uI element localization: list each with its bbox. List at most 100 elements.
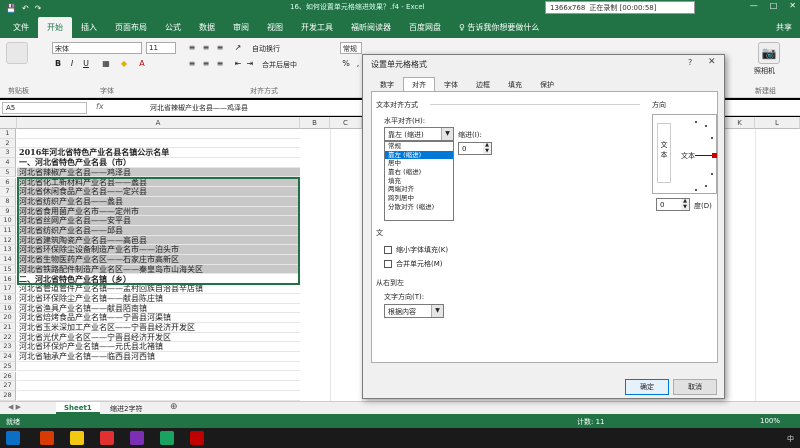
camera-button-label[interactable]: 照相机 — [754, 66, 775, 76]
cell-a[interactable]: 河北省建筑陶瓷产业名县——高邑县 — [17, 235, 300, 246]
cell-a[interactable] — [17, 391, 300, 401]
cell-a[interactable]: 河北省管道管件产业名镇——孟村回族自治县辛店镇 — [17, 284, 300, 294]
merge-cells-checkbox[interactable]: 合并单元格(M) — [384, 259, 443, 269]
cell-a[interactable]: 河北省焙烤食品产业名镇——宁晋县河渠镇 — [17, 313, 300, 323]
help-icon[interactable]: ? — [688, 58, 692, 67]
spin-arrows-icon[interactable]: ▲ ▼ — [483, 142, 491, 154]
cell-a[interactable]: 河北省环保除尘产业名镇——献县陈庄镇 — [17, 294, 300, 304]
cell-a[interactable] — [17, 381, 300, 391]
taskbar-app-icon[interactable] — [190, 431, 204, 445]
row-number[interactable]: 1 — [0, 129, 16, 139]
undo-icon[interactable]: ↶ — [22, 4, 29, 13]
formula-input[interactable]: 河北省辣椒产业名县——鸡泽县 — [150, 103, 248, 113]
tab-page-layout[interactable]: 页面布局 — [106, 17, 156, 38]
cell-a[interactable] — [17, 362, 300, 372]
cell-a[interactable]: 河北省辣椒产业名县——鸡泽县 — [17, 167, 300, 178]
maximize-button[interactable]: □ — [770, 1, 778, 10]
text-direction-select[interactable]: 根据内容 ▼ — [384, 304, 444, 318]
ime-indicator[interactable]: 中 — [787, 434, 794, 444]
cell-a[interactable]: 河北省生物医药产业名区——石家庄市高新区 — [17, 255, 300, 265]
checkbox-box[interactable] — [384, 260, 392, 268]
row-number[interactable]: 11 — [0, 226, 16, 236]
start-icon[interactable] — [6, 431, 20, 445]
align-top-icon[interactable]: ≡ — [186, 42, 198, 54]
row-number[interactable]: 23 — [0, 342, 16, 353]
cell-a[interactable]: 河北省渔具产业名镇——献县陌南镇 — [17, 304, 300, 314]
tab-developer[interactable]: 开发工具 — [292, 17, 342, 38]
font-color-icon[interactable]: A — [136, 58, 148, 70]
row-number[interactable]: 7 — [0, 187, 16, 197]
row-number[interactable]: 6 — [0, 177, 16, 188]
indent-spinner[interactable]: 0 ▲ ▼ — [458, 142, 492, 155]
tab-protection[interactable]: 保护 — [531, 77, 563, 91]
bold-button[interactable]: B — [52, 58, 64, 70]
cell-a[interactable]: 二、河北省特色产业名镇（乡） — [17, 275, 300, 285]
spin-arrows-icon[interactable]: ▲ ▼ — [681, 198, 689, 210]
decrease-indent-icon[interactable]: ⇤ — [232, 58, 244, 70]
tab-insert[interactable]: 插入 — [72, 17, 106, 38]
chevron-down-icon[interactable]: ▼ — [441, 128, 453, 140]
align-left-icon[interactable]: ≡ — [186, 58, 198, 70]
tab-view[interactable]: 视图 — [258, 17, 292, 38]
cell-a[interactable] — [17, 139, 300, 149]
cell-a[interactable]: 河北省环保炉产业名镇——元氏县北褚镇 — [17, 342, 300, 353]
cell-a[interactable]: 2016年河北省特色产业名县名镇公示名单 — [17, 148, 300, 159]
dropdown-option-center-across[interactable]: 跨列居中 — [385, 194, 453, 203]
row-number[interactable]: 12 — [0, 235, 16, 246]
tab-file[interactable]: 文件 — [4, 17, 38, 38]
cell-a[interactable]: 河北省环保除尘设备制造产业名市——泊头市 — [17, 245, 300, 256]
column-header-k[interactable]: K — [725, 117, 755, 129]
shrink-to-fit-checkbox[interactable]: 缩小字体填充(K) — [384, 245, 448, 255]
percent-button[interactable]: % — [340, 58, 352, 70]
row-number[interactable]: 14 — [0, 255, 16, 265]
row-number[interactable]: 25 — [0, 361, 16, 372]
dropdown-option-general[interactable]: 常规 — [385, 142, 453, 151]
sheet-tab-sheet1[interactable]: Sheet1 — [56, 402, 100, 414]
row-number[interactable]: 4 — [0, 158, 16, 168]
row-number[interactable]: 15 — [0, 264, 16, 275]
taskbar-excel-icon[interactable] — [160, 431, 174, 445]
underline-button[interactable]: U — [80, 58, 92, 70]
taskbar-app-icon[interactable] — [40, 431, 54, 445]
row-number[interactable]: 8 — [0, 196, 16, 207]
row-number[interactable]: 19 — [0, 303, 16, 314]
increase-indent-icon[interactable]: ⇥ — [244, 58, 256, 70]
row-number[interactable]: 17 — [0, 284, 16, 294]
orientation-control[interactable]: 文本 文本 — [652, 114, 717, 194]
row-number[interactable]: 16 — [0, 274, 16, 285]
cell-a[interactable]: 河北省纺织产业名县——蠡县 — [17, 196, 300, 207]
tab-alignment[interactable]: 对齐 — [403, 77, 435, 91]
close-window-button[interactable]: ✕ — [789, 1, 796, 10]
column-header-a[interactable]: A — [17, 117, 300, 129]
cell-a[interactable]: 河北省玉米深加工产业名区——宁晋县经济开发区 — [17, 323, 300, 333]
cell-a[interactable]: 河北省纺织产业名县——邱县 — [17, 226, 300, 236]
zoom-level[interactable]: 100% — [760, 417, 780, 425]
share-button[interactable]: 共享 — [776, 22, 792, 33]
tab-home[interactable]: 开始 — [38, 17, 72, 38]
dropdown-option-right-indent[interactable]: 靠右 (缩进) — [385, 168, 453, 177]
ok-button[interactable]: 确定 — [625, 379, 669, 395]
fx-icon[interactable]: fx — [96, 102, 104, 111]
cancel-button[interactable]: 取消 — [673, 379, 717, 395]
h-align-dropdown-list[interactable]: 常规 靠左 (缩进) 居中 靠右 (缩进) 填充 两端对齐 跨列居中 分散对齐 … — [384, 141, 454, 221]
taskbar-app-icon[interactable] — [130, 431, 144, 445]
cell-a[interactable]: 河北省丝网产业名县——安平县 — [17, 216, 300, 226]
row-number[interactable]: 21 — [0, 323, 16, 333]
row-number[interactable]: 5 — [0, 167, 16, 178]
align-center-icon[interactable]: ≡ — [200, 58, 212, 70]
row-number[interactable]: 20 — [0, 313, 16, 323]
column-header-b[interactable]: B — [300, 117, 330, 129]
borders-icon[interactable]: ▦ — [100, 58, 112, 70]
fill-color-icon[interactable]: ◆ — [118, 58, 130, 70]
cell-a[interactable]: 河北省铁路配件制造产业名区——秦皇岛市山海关区 — [17, 264, 300, 275]
row-number[interactable]: 3 — [0, 148, 16, 159]
cell-a[interactable]: 河北省光伏产业名区——宁晋县经济开发区 — [17, 333, 300, 343]
row-number[interactable]: 24 — [0, 352, 16, 362]
close-icon[interactable]: ✕ — [708, 57, 716, 67]
camera-icon[interactable]: 📷 — [758, 42, 780, 64]
orientation-icon[interactable]: ↗ — [232, 42, 244, 54]
cell-a[interactable] — [17, 129, 300, 139]
tab-foxit[interactable]: 福昕阅读器 — [342, 17, 400, 38]
tab-border[interactable]: 边框 — [467, 77, 499, 91]
minimize-button[interactable]: — — [750, 1, 758, 10]
